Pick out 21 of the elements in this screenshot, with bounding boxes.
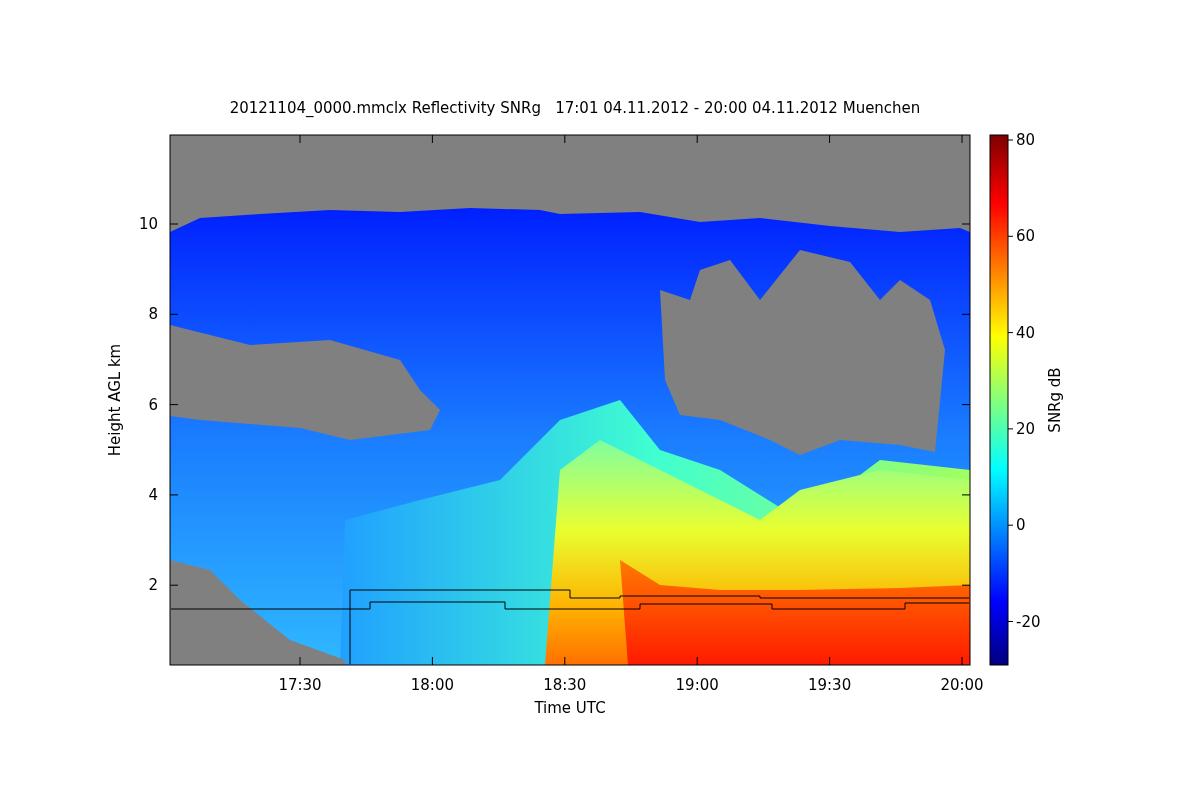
- colorbar-label: SNRg dB: [1046, 367, 1064, 433]
- colorbar-tick-label: -20: [1016, 612, 1041, 631]
- colorbar-tick-label: 40: [1016, 323, 1036, 342]
- colorbar-tick-label: 80: [1016, 131, 1036, 149]
- x-tick-label: 18:00: [410, 676, 454, 694]
- y-axis-label: Height AGL km: [106, 343, 124, 457]
- x-tick-label: 18:30: [543, 676, 587, 694]
- y-tick-label: 6: [148, 395, 158, 414]
- chart-title: 20121104_0000.mmclx Reflectivity SNRg 17:01 04.11.2012 - 20:00 04.11.2012 Muenchen: [229, 99, 921, 117]
- y-tick-label: 8: [148, 305, 158, 324]
- x-tick-label: 19:00: [675, 676, 719, 694]
- x-tick-label: 19:30: [808, 676, 852, 694]
- colorbar-tick-label: 0: [1016, 516, 1026, 535]
- y-tick-label: 2: [148, 576, 158, 595]
- y-tick-label: 4: [148, 485, 158, 504]
- x-axis-label: Time UTC: [534, 699, 606, 717]
- x-tick-label: 20:00: [940, 676, 984, 694]
- colorbar-tick-label: 60: [1016, 227, 1036, 246]
- colorbar-tick-label: 20: [1016, 419, 1036, 438]
- y-tick-label: 10: [138, 215, 158, 233]
- x-tick-label: 17:30: [278, 676, 322, 694]
